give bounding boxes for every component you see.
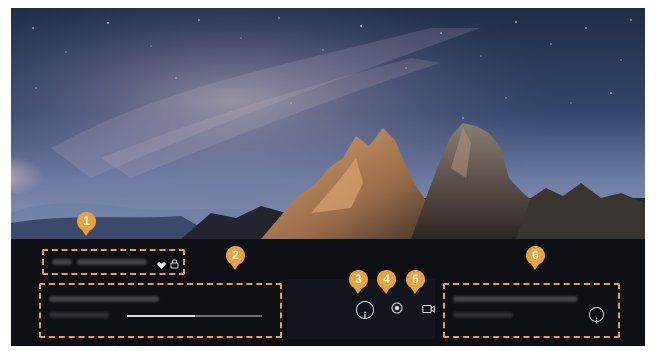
info-icon xyxy=(361,306,369,319)
lock-icon xyxy=(170,256,179,274)
title-region xyxy=(42,249,185,275)
record-icon xyxy=(391,301,403,319)
callout-marker-1: 1 xyxy=(77,212,96,236)
callout-marker-6: 6 xyxy=(526,246,545,270)
night-mountain-illustration xyxy=(11,8,645,239)
info-panel xyxy=(11,239,645,346)
card-title-blur xyxy=(453,296,578,302)
background-image xyxy=(11,8,645,239)
heart-icon[interactable] xyxy=(157,257,166,275)
card-info-button[interactable] xyxy=(589,307,604,324)
recommendation-region xyxy=(443,283,620,338)
camera-button[interactable] xyxy=(419,301,437,319)
program-time-blur xyxy=(49,312,109,318)
callout-marker-3: 3 xyxy=(349,270,368,294)
callout-marker-4: 4 xyxy=(377,270,396,294)
record-button[interactable] xyxy=(388,301,406,319)
tv-screen: 1 2 3 4 5 6 xyxy=(11,8,645,346)
progress-bar xyxy=(127,315,262,317)
info-icon xyxy=(593,311,600,324)
channel-number-blur xyxy=(52,259,72,265)
camera-icon xyxy=(421,301,435,319)
progress-fill xyxy=(127,315,195,317)
info-button[interactable] xyxy=(356,301,374,319)
program-info-region xyxy=(39,283,282,338)
card-subtitle-blur xyxy=(453,312,513,318)
callout-marker-2: 2 xyxy=(226,246,245,270)
program-name-blur xyxy=(49,296,159,302)
callout-marker-5: 5 xyxy=(406,270,425,294)
program-title-blur xyxy=(77,259,147,265)
